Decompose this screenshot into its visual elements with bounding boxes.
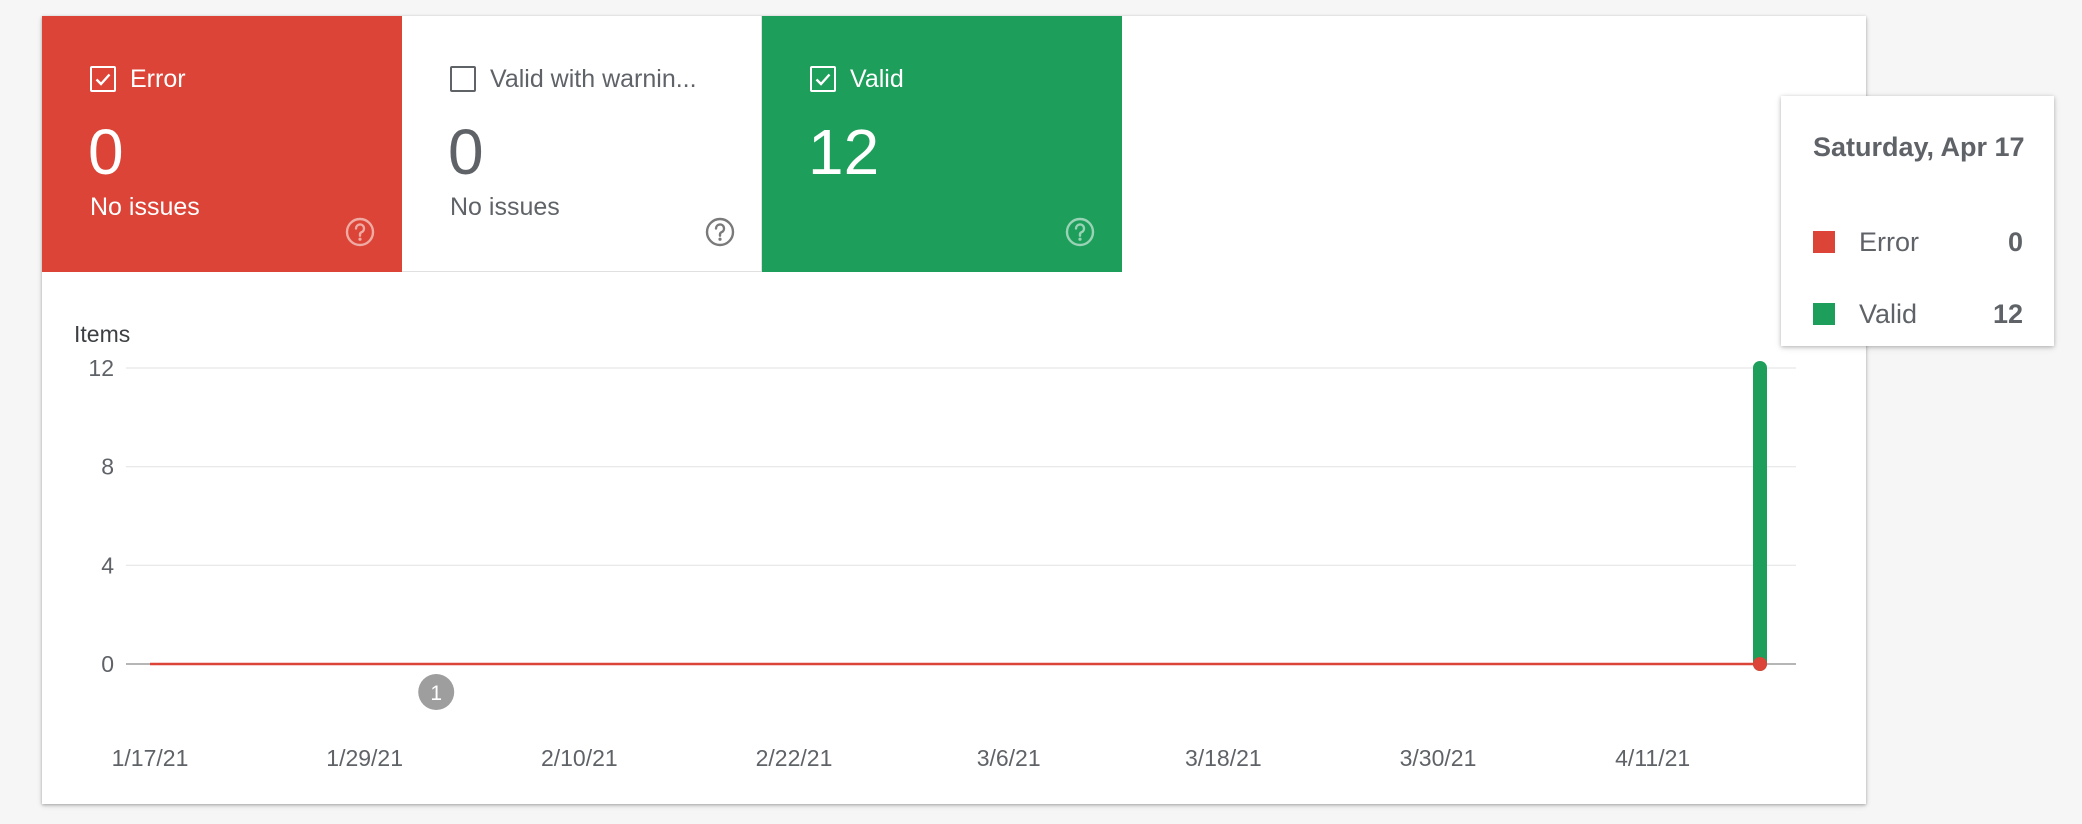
tooltip-series-value: 0 xyxy=(2007,226,2023,257)
y-tick-label: 4 xyxy=(101,552,114,578)
y-tick-label: 8 xyxy=(101,454,114,480)
annotation-label: 1 xyxy=(430,682,442,705)
x-tick-label: 3/18/21 xyxy=(1185,745,1262,771)
tooltip-row-valid: Valid 12 xyxy=(1813,298,2023,330)
tooltip-series-name: Error xyxy=(1859,226,1919,257)
report-card: Error 0 No issues Valid with warnin... 0… xyxy=(42,16,1866,804)
issues-chart[interactable]: Items 0 4 8 12 1/17/21 1/29/21 2/10/21 2/22/21 3/… xyxy=(42,16,1866,804)
chart-tooltip: Saturday, Apr 17 Error 0 Valid 12 xyxy=(1781,96,2054,346)
x-tick-label: 3/6/21 xyxy=(977,745,1041,771)
tooltip-row-error: Error 0 xyxy=(1813,226,2023,258)
y-tick-label: 12 xyxy=(88,355,114,381)
series-point-error[interactable] xyxy=(1753,657,1767,671)
x-tick-label: 3/30/21 xyxy=(1400,745,1477,771)
tooltip-swatch-error xyxy=(1813,231,1835,253)
tooltip-series-name: Valid xyxy=(1859,298,1918,329)
x-tick-label: 2/22/21 xyxy=(756,745,833,771)
tooltip-swatch-valid xyxy=(1813,303,1835,325)
y-axis-label: Items xyxy=(74,321,130,347)
y-tick-label: 0 xyxy=(101,651,114,677)
tooltip-series-value: 12 xyxy=(1992,298,2023,329)
x-tick-label: 2/10/21 xyxy=(541,745,618,771)
x-tick-label: 1/17/21 xyxy=(112,745,189,771)
x-tick-label: 4/11/21 xyxy=(1615,745,1690,771)
tooltip-date: Saturday, Apr 17 xyxy=(1813,132,2025,162)
x-tick-label: 1/29/21 xyxy=(326,745,403,771)
